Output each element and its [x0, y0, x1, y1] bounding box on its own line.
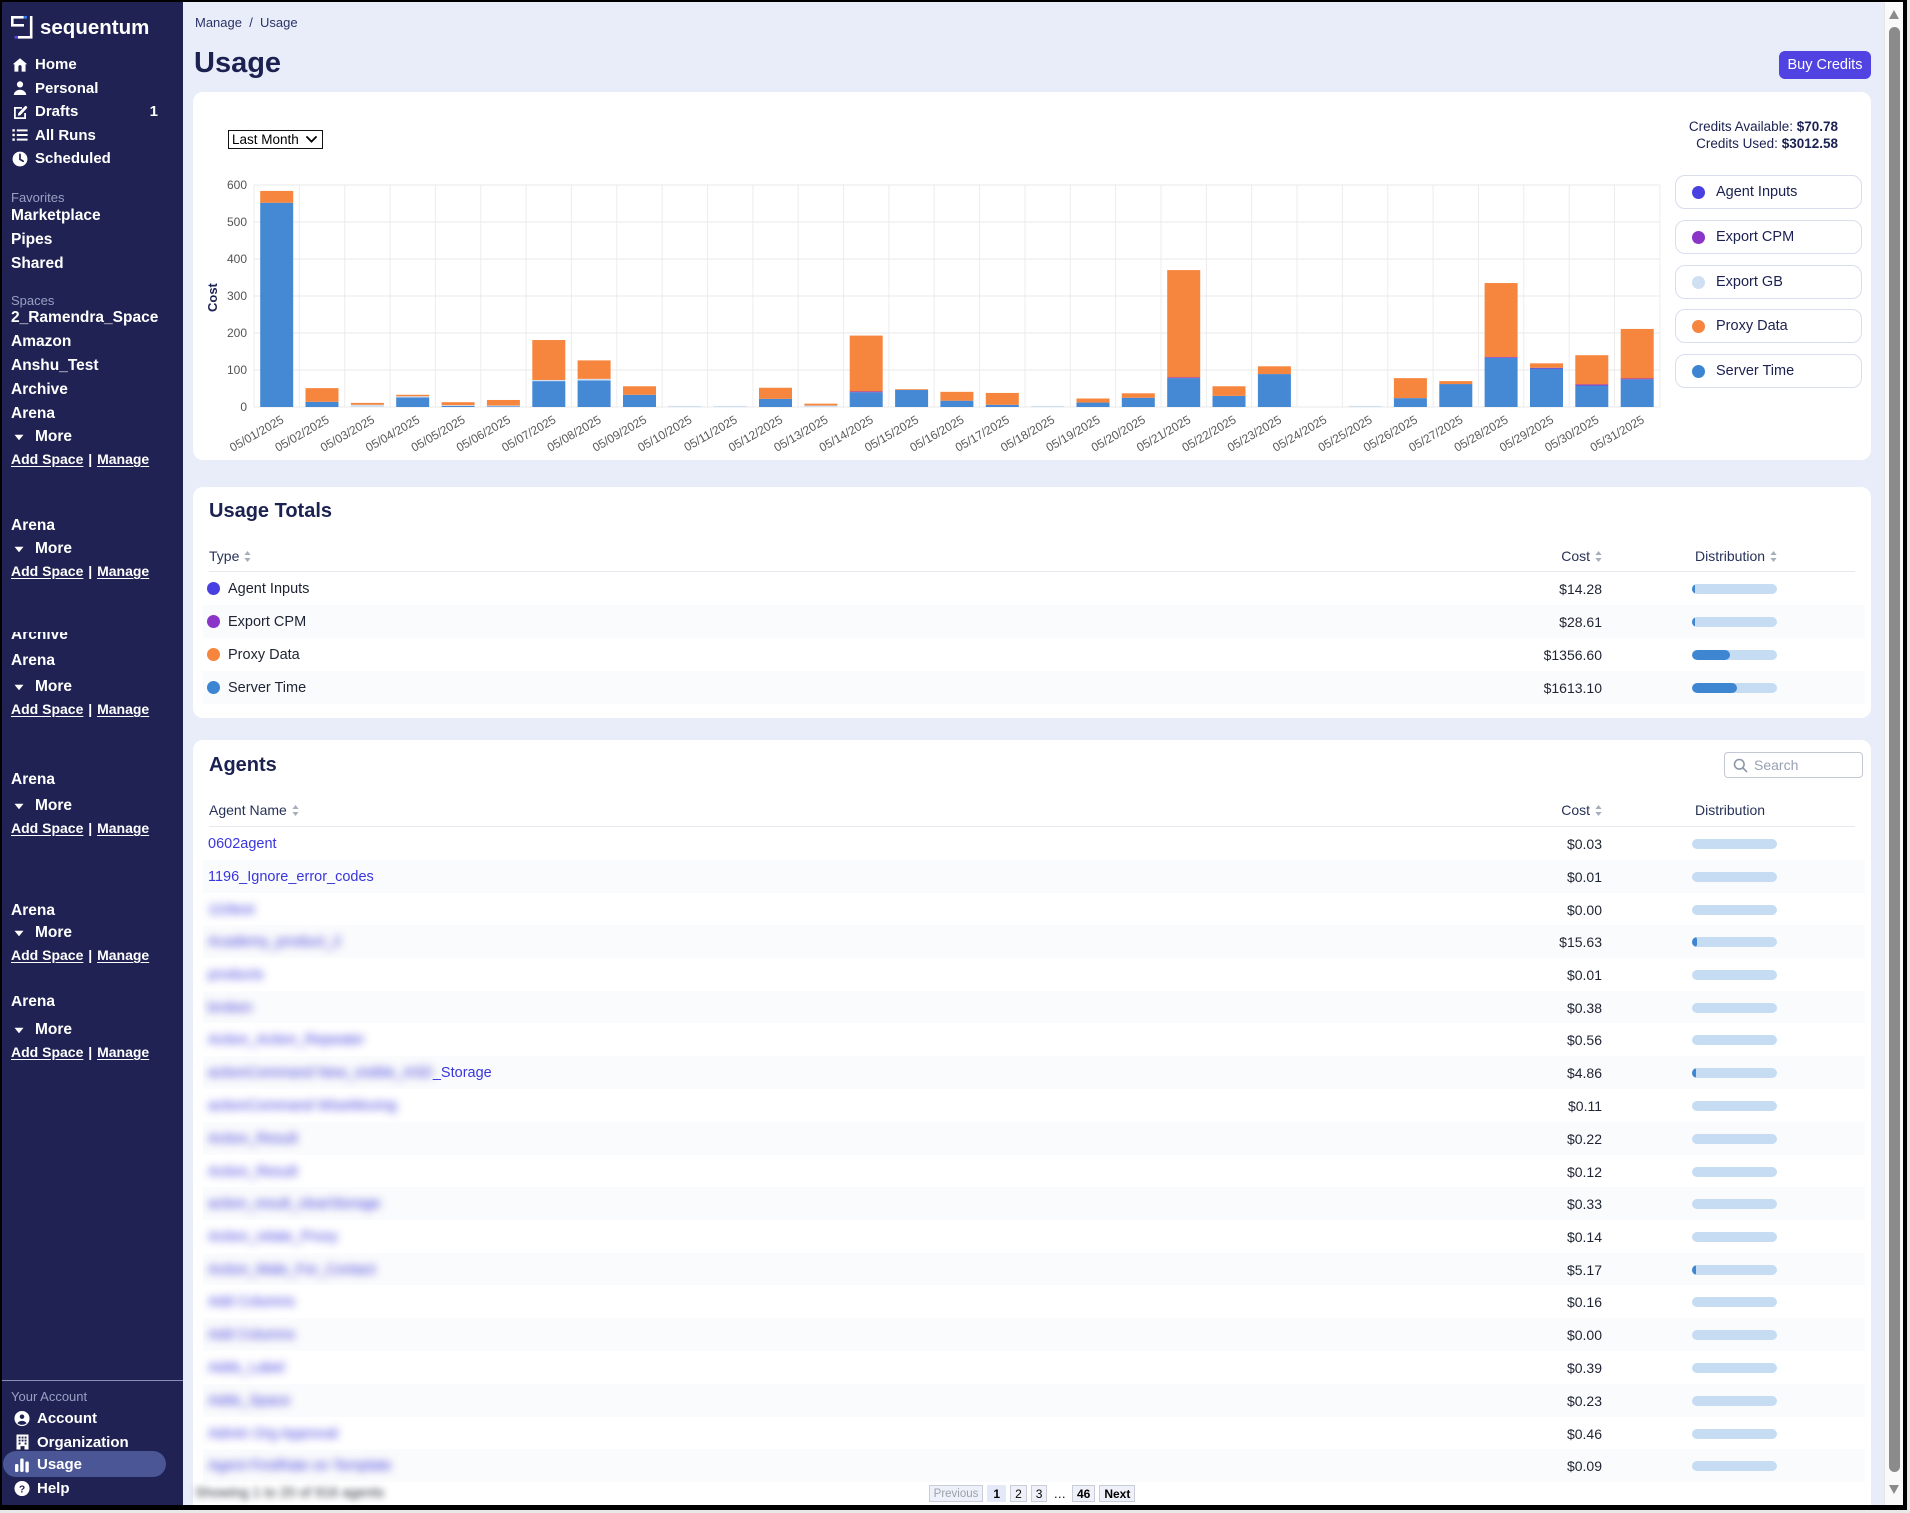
- svg-text:200: 200: [227, 326, 247, 340]
- svg-text:400: 400: [227, 252, 247, 266]
- svg-text:600: 600: [227, 178, 247, 192]
- svg-text:500: 500: [227, 215, 247, 229]
- svg-text:100: 100: [227, 363, 247, 377]
- svg-text:?: ?: [19, 1484, 25, 1495]
- svg-text:300: 300: [227, 289, 247, 303]
- svg-text:0: 0: [240, 400, 247, 414]
